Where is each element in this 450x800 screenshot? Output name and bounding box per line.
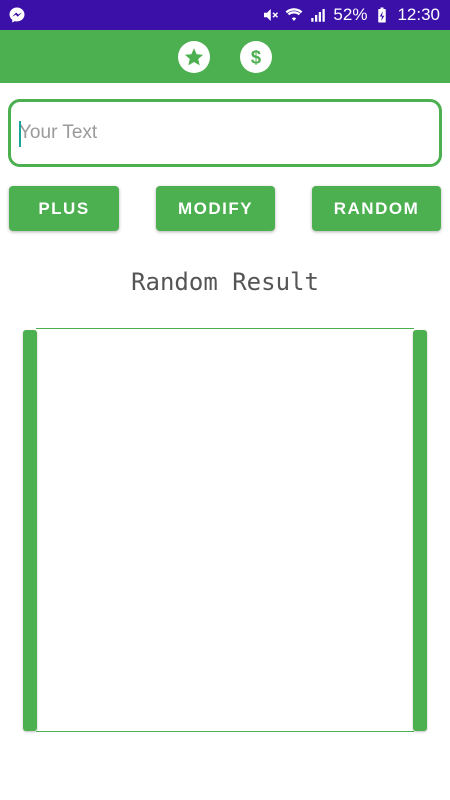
result-left-bar: [23, 330, 37, 731]
status-right: 52% 12:30: [261, 5, 440, 25]
status-left: [8, 6, 26, 24]
result-title: Random Result: [131, 268, 319, 296]
messenger-icon: [8, 6, 26, 24]
signal-icon: [309, 6, 327, 24]
battery-percent: 52%: [333, 5, 368, 24]
app-bar: $: [0, 30, 450, 83]
wifi-icon: [285, 6, 303, 24]
status-time: 12:30: [397, 5, 440, 24]
status-bar: 52% 12:30: [0, 0, 450, 30]
result-right-bar: [413, 330, 427, 731]
battery-icon: [373, 6, 391, 24]
your-text-input[interactable]: [11, 102, 439, 164]
star-icon[interactable]: [178, 40, 210, 73]
result-content: [36, 328, 414, 732]
mute-icon: [261, 6, 279, 24]
random-button[interactable]: RANDOM: [312, 186, 441, 231]
result-box: [23, 328, 427, 732]
modify-button[interactable]: MODIFY: [156, 186, 275, 231]
text-caret: [19, 121, 21, 147]
svg-text:$: $: [251, 46, 261, 67]
plus-button[interactable]: PLUS: [9, 186, 119, 231]
dollar-icon[interactable]: $: [240, 40, 272, 73]
text-input-field[interactable]: [8, 99, 442, 167]
